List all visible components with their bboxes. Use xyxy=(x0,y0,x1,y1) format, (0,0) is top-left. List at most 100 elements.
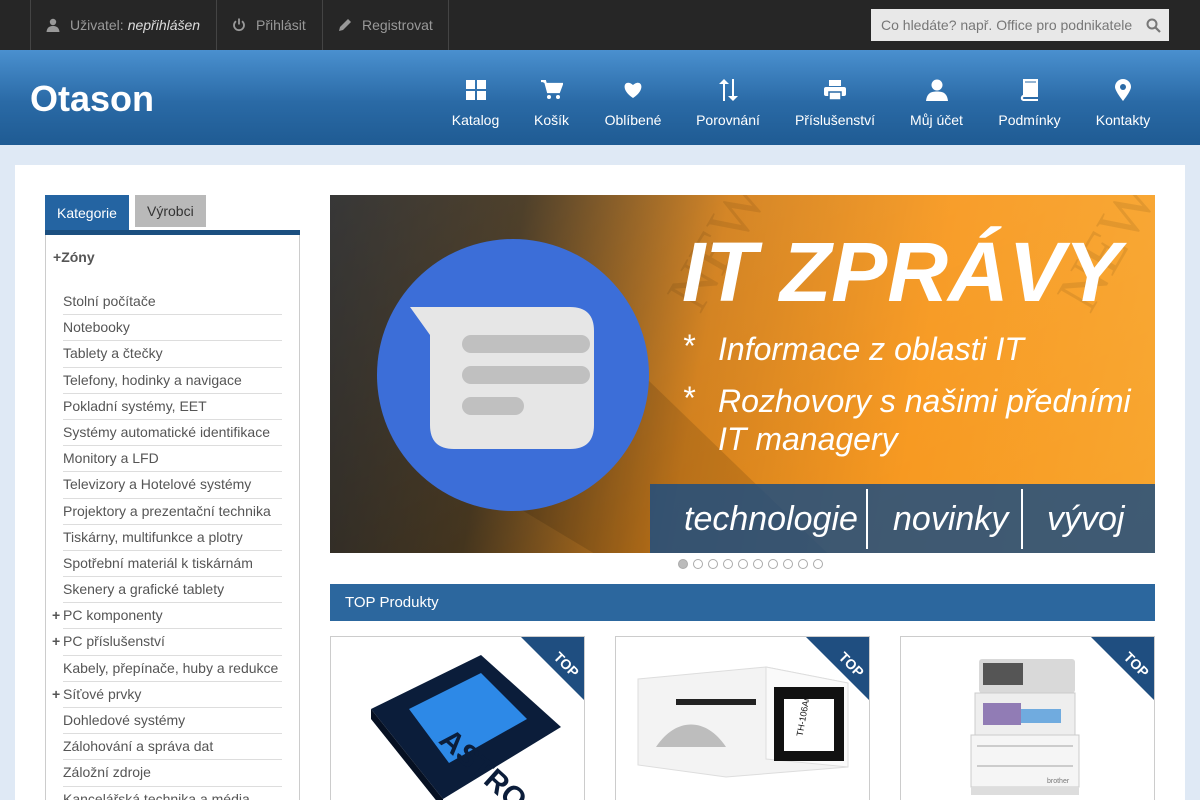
search-icon xyxy=(1146,18,1161,33)
product-card-printer[interactable]: brother TOP xyxy=(900,636,1155,800)
top-bar: Uživatel: nepřihlášen Přihlásit Registro… xyxy=(0,0,1200,50)
slider-dot[interactable] xyxy=(813,559,823,569)
nav-podminky[interactable]: Podmínky xyxy=(998,50,1061,145)
logo[interactable]: Otason xyxy=(30,78,154,120)
zones-toggle[interactable]: +Zóny xyxy=(53,249,95,265)
search-button[interactable] xyxy=(1137,9,1169,41)
slider-dot[interactable] xyxy=(708,559,718,569)
category-label: Tablety a čtečky xyxy=(63,345,163,362)
category-item[interactable]: Kabely, přepínače, huby a redukce xyxy=(63,656,282,682)
nav-oblibene[interactable]: Oblíbené xyxy=(604,50,662,145)
category-item[interactable]: Tiskárny, multifunkce a plotry xyxy=(63,525,282,551)
product-card-paper[interactable]: ASTRO+ TOP xyxy=(330,636,585,800)
category-item[interactable]: Televizory a Hotelové systémy xyxy=(63,472,282,499)
nav-prislusenstvi[interactable]: Příslušenství xyxy=(795,50,875,145)
nav-label: Oblíbené xyxy=(604,112,662,128)
slider-dot[interactable] xyxy=(738,559,748,569)
product-card-toner[interactable]: TH-106An TOP xyxy=(615,636,870,800)
register-label: Registrovat xyxy=(362,17,433,33)
slider-dots xyxy=(678,559,828,569)
category-label: Kancelářská technika a média xyxy=(63,790,250,800)
nav-muj-ucet[interactable]: Můj účet xyxy=(910,50,963,145)
category-label: Skenery a grafické tablety xyxy=(63,581,225,598)
tab-vyrobci[interactable]: Výrobci xyxy=(135,195,206,227)
category-item[interactable]: Spotřební materiál k tiskárnám xyxy=(63,551,282,578)
paper-ream-image: ASTRO+ TOP xyxy=(371,637,584,800)
category-item[interactable]: Systémy automatické identifikace xyxy=(63,420,282,447)
banner-bullet-2a: Rozhovory s našimi předními xyxy=(718,383,1131,419)
category-label: Systémy automatické identifikace xyxy=(63,423,270,440)
user-name: nepřihlášen xyxy=(127,17,201,33)
banner-bullet-2b: IT managery xyxy=(718,421,900,457)
category-label: Dohledové systémy xyxy=(63,712,186,728)
cart-icon xyxy=(540,80,563,99)
login-link[interactable]: Přihlásit xyxy=(216,0,322,50)
banner-bar-technologie: technologie xyxy=(684,500,858,538)
nav-kontakty[interactable]: Kontakty xyxy=(1095,50,1151,145)
plus-icon: + xyxy=(53,249,62,265)
category-item[interactable]: Telefony, hodinky a navigace xyxy=(63,368,282,394)
slider-dot[interactable] xyxy=(783,559,793,569)
register-link[interactable]: Registrovat xyxy=(322,0,449,50)
category-label: Televizory a Hotelové systémy xyxy=(63,476,252,493)
sidebar-tabs: Kategorie Výrobci xyxy=(45,195,300,235)
category-label: Telefony, hodinky a navigace xyxy=(63,371,242,388)
nav-katalog[interactable]: Katalog xyxy=(452,50,499,145)
nav-label: Kontakty xyxy=(1095,112,1151,128)
login-label: Přihlásit xyxy=(256,17,306,33)
printer-image: brother TOP xyxy=(970,637,1154,795)
category-label: Síťové prvky xyxy=(63,685,142,702)
category-item[interactable]: + Síťové prvky xyxy=(52,682,282,708)
user-status: Uživatel: nepřihlášen xyxy=(30,0,216,50)
category-label: Kabely, přepínače, huby a redukce xyxy=(63,659,279,676)
category-item[interactable]: + PC příslušenství xyxy=(52,629,282,656)
category-label: Záložní zdroje xyxy=(63,764,151,781)
slider-dot[interactable] xyxy=(798,559,808,569)
category-label: Stolní počítače xyxy=(63,293,156,309)
category-item[interactable]: Pokladní systémy, EET xyxy=(63,394,282,420)
category-item[interactable]: + PC komponenty xyxy=(52,603,282,630)
category-item[interactable]: Kancelářská technika a média xyxy=(63,787,282,800)
banner-bullet-star: * xyxy=(682,380,696,416)
plus-icon: + xyxy=(52,685,61,702)
category-item[interactable]: Stolní počítače xyxy=(63,289,282,316)
category-item[interactable]: Notebooky xyxy=(63,315,282,342)
news-banner[interactable]: NEWS NEWS IT ZPRÁVY * Informace z oblast… xyxy=(330,195,1155,553)
category-item[interactable]: Projektory a prezentační technika xyxy=(63,499,282,525)
nav-label: Můj účet xyxy=(910,112,963,128)
search-input[interactable] xyxy=(871,9,1137,41)
category-item[interactable]: Dohledové systémy xyxy=(63,708,282,735)
category-item[interactable]: Zálohování a správa dat xyxy=(63,734,282,761)
nav-porovnani[interactable]: Porovnání xyxy=(696,50,760,145)
grid-icon xyxy=(465,80,486,100)
nav-label: Podmínky xyxy=(998,112,1061,128)
banner-bar-novinky: novinky xyxy=(893,500,1010,538)
banner-graphic: NEWS NEWS IT ZPRÁVY * Informace z oblast… xyxy=(330,195,1155,553)
category-label: Monitory a LFD xyxy=(63,450,159,467)
category-label: Spotřební materiál k tiskárnám xyxy=(63,554,253,571)
nav-label: Katalog xyxy=(451,112,500,128)
category-label: PC příslušenství xyxy=(63,633,165,650)
category-item[interactable]: Záložní zdroje xyxy=(63,760,282,787)
slider-dot[interactable] xyxy=(753,559,763,569)
category-label: Pokladní systémy, EET xyxy=(63,397,207,414)
slider-dot[interactable] xyxy=(693,559,703,569)
category-item[interactable]: Monitory a LFD xyxy=(63,446,282,473)
category-item[interactable]: Skenery a grafické tablety xyxy=(63,577,282,604)
printer-icon xyxy=(824,80,846,100)
slider-dot[interactable] xyxy=(768,559,778,569)
category-label: PC komponenty xyxy=(63,607,163,624)
heart-icon xyxy=(624,82,642,98)
map-pin-icon xyxy=(1115,79,1131,101)
tab-kategorie[interactable]: Kategorie xyxy=(45,195,129,230)
book-icon xyxy=(1020,79,1038,101)
category-label: Tiskárny, multifunkce a plotry xyxy=(63,528,243,545)
slider-dot[interactable] xyxy=(678,559,688,569)
user-icon xyxy=(46,18,60,32)
nav-kosik[interactable]: Košík xyxy=(533,50,570,145)
plus-icon: + xyxy=(52,633,61,650)
zones-label: Zóny xyxy=(61,249,95,265)
user-label: Uživatel: xyxy=(70,17,124,33)
slider-dot[interactable] xyxy=(723,559,733,569)
category-item[interactable]: Tablety a čtečky xyxy=(63,341,282,368)
